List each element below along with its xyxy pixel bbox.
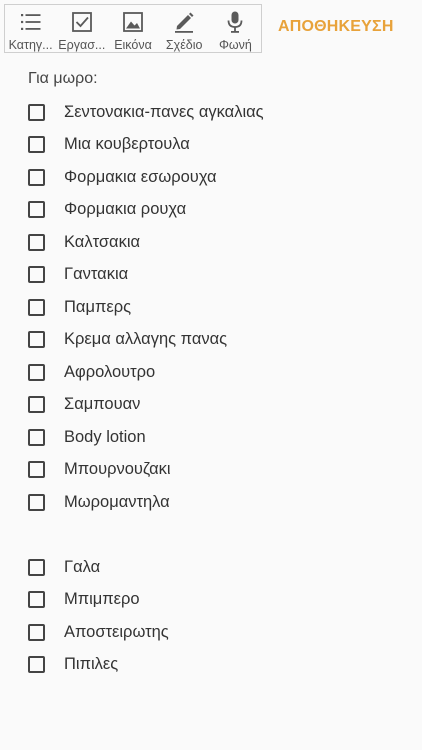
item-text[interactable]: Μωρομαντηλα [64,493,170,512]
item-checkbox[interactable] [28,558,45,576]
checklist-item: Φορμακια εσωρουχα [28,161,408,194]
image-icon [120,9,146,34]
checklist-item: Γαντακια [28,259,408,292]
checklist-item: Σαμπουαν [28,389,408,422]
item-text[interactable]: Γαντακια [64,265,128,284]
item-text[interactable]: Μια κουβερτουλα [64,135,190,154]
item-checkbox[interactable] [28,201,45,219]
checkbox-icon [69,9,95,34]
item-text[interactable]: Μπιμπερο [64,590,140,609]
item-checkbox[interactable] [28,331,45,349]
item-text[interactable]: Body lotion [64,428,146,447]
checklist-item: Φορμακια ρουχα [28,194,408,227]
checklist-item: Μπουρνουζακι [28,454,408,487]
checklist-item: Μωρομαντηλα [28,486,408,519]
checklist-item: Κρεμα αλλαγης πανας [28,324,408,357]
blank-line[interactable] [28,519,408,552]
checklist-item: Γαλα [28,551,408,584]
item-text[interactable]: Φορμακια ρουχα [64,200,186,219]
item-checkbox[interactable] [28,168,45,186]
checklist-item: Καλτσακια [28,226,408,259]
toolbar-tasks-label: Εργασ... [58,38,106,52]
item-checkbox[interactable] [28,428,45,446]
item-checkbox[interactable] [28,656,45,674]
checklist: Σεντονακια-πανες αγκαλιας Μια κουβερτουλα… [28,96,408,681]
item-checkbox[interactable] [28,623,45,641]
toolbar-image-label: Εικόνα [114,38,152,52]
item-text[interactable]: Μπουρνουζακι [64,460,171,479]
pen-icon [171,9,197,34]
toolbar-voice-label: Φωνή [218,38,252,52]
checklist-item: Μπιμπερο [28,584,408,617]
item-text[interactable]: Κρεμα αλλαγης πανας [64,330,227,349]
checklist-item: Αφρολουτρο [28,356,408,389]
item-text[interactable]: Παμπερς [64,298,131,317]
item-checkbox[interactable] [28,493,45,511]
list-icon [18,9,44,34]
microphone-icon [222,9,248,34]
checklist-item: Σεντονακια-πανες αγκαλιας [28,96,408,129]
item-checkbox[interactable] [28,461,45,479]
save-button[interactable]: ΑΠΟΘΗΚΕΥΣΗ [278,18,394,36]
toolbar-voice-button[interactable]: Φωνή [210,5,261,52]
item-text[interactable]: Γαλα [64,558,100,577]
toolbar-drawing-button[interactable]: Σχέδιο [159,5,210,52]
checklist-item: Μια κουβερτουλα [28,129,408,162]
item-text[interactable]: Φορμακια εσωρουχα [64,168,217,187]
item-checkbox[interactable] [28,266,45,284]
toolbar-drawing-label: Σχέδιο [165,38,203,52]
item-text[interactable]: Σαμπουαν [64,395,140,414]
item-text[interactable]: Αφρολουτρο [64,363,155,382]
item-text[interactable]: Καλτσακια [64,233,140,252]
note-toolbar: Κατηγ... Εργασ... Εικόνα Σχέδιο Φωνή [4,4,262,53]
item-checkbox[interactable] [28,103,45,121]
item-checkbox[interactable] [28,396,45,414]
item-checkbox[interactable] [28,233,45,251]
item-checkbox[interactable] [28,591,45,609]
checklist-item: Παμπερς [28,291,408,324]
checklist-item: Body lotion [28,421,408,454]
item-text[interactable]: Αποστειρωτης [64,623,169,642]
item-text[interactable]: Σεντονακια-πανες αγκαλιας [64,103,264,122]
checklist-item: Πιπιλες [28,649,408,682]
toolbar-category-label: Κατηγ... [8,38,53,52]
note-heading: Για μωρο: [28,70,98,87]
item-text[interactable]: Πιπιλες [64,655,118,674]
toolbar-category-button[interactable]: Κατηγ... [5,5,56,52]
item-checkbox[interactable] [28,363,45,381]
toolbar-image-button[interactable]: Εικόνα [107,5,158,52]
toolbar-tasks-button[interactable]: Εργασ... [56,5,107,52]
item-checkbox[interactable] [28,136,45,154]
item-checkbox[interactable] [28,298,45,316]
checklist-item: Αποστειρωτης [28,616,408,649]
